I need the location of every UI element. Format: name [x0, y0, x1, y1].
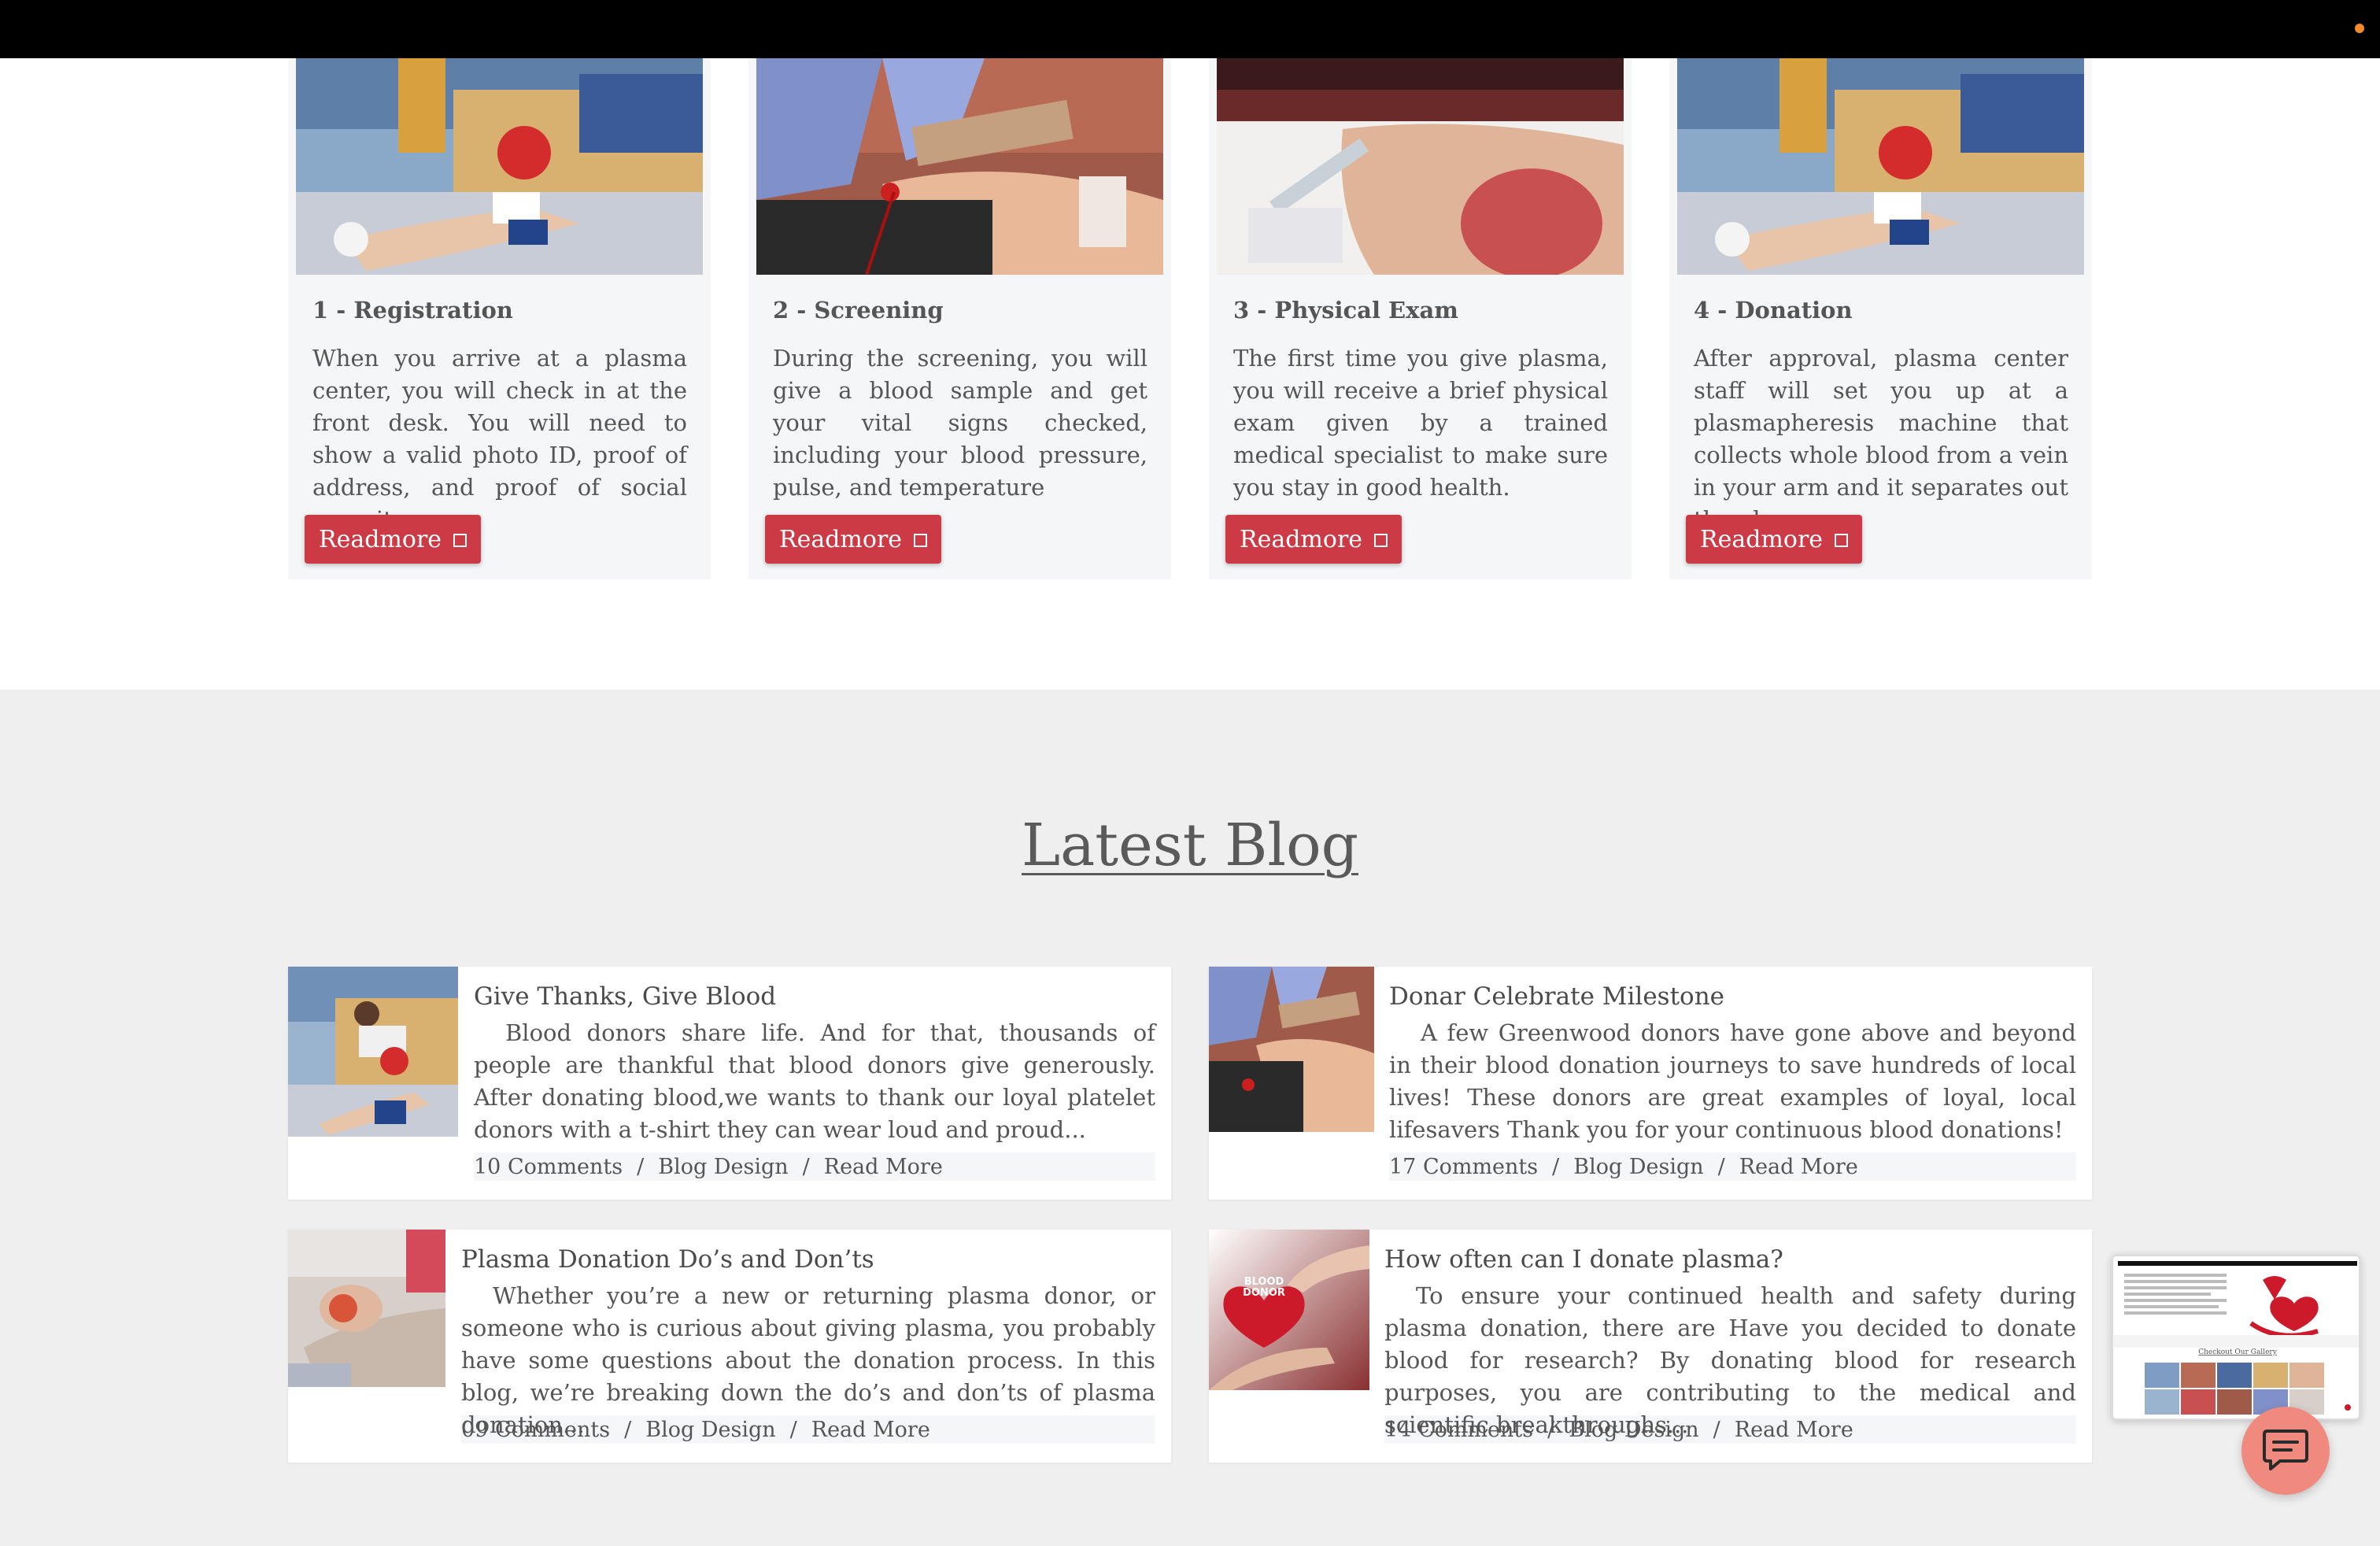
readmore-button-physical-exam[interactable]: Readmore — [1225, 515, 1402, 564]
blog-post-meta: 14 Comments / Blog Design / Read More — [1384, 1415, 2076, 1444]
blog-post-image[interactable]: BLOOD DONOR — [1209, 1230, 1369, 1390]
top-bar — [0, 0, 2380, 58]
blog-post-image[interactable] — [1209, 967, 1374, 1132]
readmore-label: Readmore — [319, 525, 442, 553]
comments-link[interactable]: 09 Comments — [461, 1418, 610, 1442]
blood-donor-image-text: BLOOD DONOR — [1243, 1276, 1285, 1299]
blog-post-excerpt: A few Greenwood donors have gone above a… — [1389, 1019, 2076, 1143]
blog-post-body: Plasma Donation Do’s and Don’ts Whether … — [461, 1245, 1155, 1444]
step-description: During the screening, you will give a bl… — [773, 345, 1148, 501]
blog-post-title[interactable]: Donar Celebrate Milestone — [1389, 982, 2076, 1017]
step-image-registration — [296, 58, 703, 275]
blog-post-excerpt: Whether you’re a new or returning plasma… — [461, 1282, 1155, 1438]
readmore-label: Readmore — [779, 525, 903, 553]
category-link[interactable]: Blog Design — [658, 1155, 788, 1179]
meta-separator: / — [1713, 1417, 1720, 1442]
blog-post-title[interactable]: Give Thanks, Give Blood — [474, 982, 1155, 1017]
blog-post-image[interactable] — [288, 1230, 445, 1387]
preview-image: Checkout Our Gallery — [2113, 1256, 2359, 1418]
blog-post-card: Give Thanks, Give Blood Blood donors sha… — [288, 967, 1171, 1200]
step-card-donation: 4 - Donation After approval, plasma cent… — [1669, 58, 2092, 579]
blog-post-excerpt: To ensure your continued health and safe… — [1384, 1282, 2076, 1438]
step-image-screening — [756, 58, 1163, 275]
donation-steps: 1 - Registration When you arrive at a pl… — [288, 58, 2092, 579]
comments-link[interactable]: 10 Comments — [474, 1155, 623, 1179]
blog-post-title[interactable]: How often can I donate plasma? — [1384, 1245, 2076, 1280]
step-title: 4 - Donation — [1694, 297, 1853, 324]
meta-separator: / — [1717, 1154, 1725, 1179]
step-title: 2 - Screening — [773, 297, 944, 324]
meta-separator: / — [1552, 1154, 1560, 1179]
meta-separator: / — [1547, 1417, 1555, 1442]
category-link[interactable]: Blog Design — [1569, 1418, 1698, 1442]
comments-link[interactable]: 14 Comments — [1384, 1418, 1533, 1442]
read-more-link[interactable]: Read More — [824, 1155, 943, 1179]
step-title: 3 - Physical Exam — [1233, 297, 1458, 324]
blog-post-meta: 09 Comments / Blog Design / Read More — [461, 1415, 1155, 1444]
readmore-button-screening[interactable]: Readmore — [765, 515, 941, 564]
comments-link[interactable]: 17 Comments — [1389, 1155, 1538, 1179]
readmore-button-donation[interactable]: Readmore — [1686, 515, 1862, 564]
screenshot-preview-thumbnail[interactable]: Checkout Our Gallery — [2112, 1255, 2360, 1420]
meta-separator: / — [789, 1417, 797, 1442]
read-more-link[interactable]: Read More — [1735, 1418, 1853, 1442]
readmore-button-registration[interactable]: Readmore — [305, 515, 481, 564]
blog-post-title[interactable]: Plasma Donation Do’s and Don’ts — [461, 1245, 1155, 1280]
step-title: 1 - Registration — [312, 297, 513, 324]
chat-bubble-icon — [2263, 1429, 2308, 1470]
square-icon — [914, 534, 927, 547]
step-card-physical-exam: 3 - Physical Exam The first time you giv… — [1209, 58, 1632, 579]
blog-post-excerpt: Blood donors share life. And for that, t… — [474, 1019, 1155, 1143]
meta-separator: / — [624, 1417, 632, 1442]
step-card-registration: 1 - Registration When you arrive at a pl… — [288, 58, 711, 579]
section-heading: Latest Blog — [1022, 812, 1358, 879]
step-image-physical-exam — [1217, 58, 1624, 275]
blog-post-meta: 17 Comments / Blog Design / Read More — [1389, 1152, 2076, 1181]
square-icon — [1374, 534, 1388, 547]
category-link[interactable]: Blog Design — [645, 1418, 775, 1442]
meta-separator: / — [802, 1154, 810, 1179]
step-card-screening: 2 - Screening During the screening, you … — [748, 58, 1171, 579]
step-image-donation — [1677, 58, 2084, 275]
read-more-link[interactable]: Read More — [1739, 1155, 1858, 1179]
notification-dot — [2355, 24, 2364, 33]
latest-blog-section: Latest Blog Give Thanks, Give Blood Bloo… — [0, 690, 2380, 1546]
step-description: After approval, plasma center staff will… — [1694, 345, 2068, 533]
chat-button[interactable] — [2241, 1407, 2330, 1495]
preview-caption: Checkout Our Gallery — [2198, 1348, 2277, 1356]
read-more-link[interactable]: Read More — [811, 1418, 930, 1442]
step-description: The first time you give plasma, you will… — [1233, 345, 1608, 501]
blog-post-card: Plasma Donation Do’s and Don’ts Whether … — [288, 1230, 1171, 1463]
blog-post-image[interactable] — [288, 967, 458, 1137]
blog-post-meta: 10 Comments / Blog Design / Read More — [474, 1152, 1155, 1181]
blog-post-body: Donar Celebrate Milestone A few Greenwoo… — [1389, 982, 2076, 1181]
blog-post-body: Give Thanks, Give Blood Blood donors sha… — [474, 982, 1155, 1181]
square-icon — [453, 534, 467, 547]
blog-post-card: Donar Celebrate Milestone A few Greenwoo… — [1209, 967, 2092, 1200]
blog-post-card: BLOOD DONOR How often can I donate plasm… — [1209, 1230, 2092, 1463]
meta-separator: / — [637, 1154, 645, 1179]
blog-post-body: How often can I donate plasma? To ensure… — [1384, 1245, 2076, 1444]
square-icon — [1835, 534, 1848, 547]
step-description: When you arrive at a plasma center, you … — [312, 345, 687, 533]
category-link[interactable]: Blog Design — [1573, 1155, 1703, 1179]
readmore-label: Readmore — [1700, 525, 1824, 553]
readmore-label: Readmore — [1240, 525, 1363, 553]
